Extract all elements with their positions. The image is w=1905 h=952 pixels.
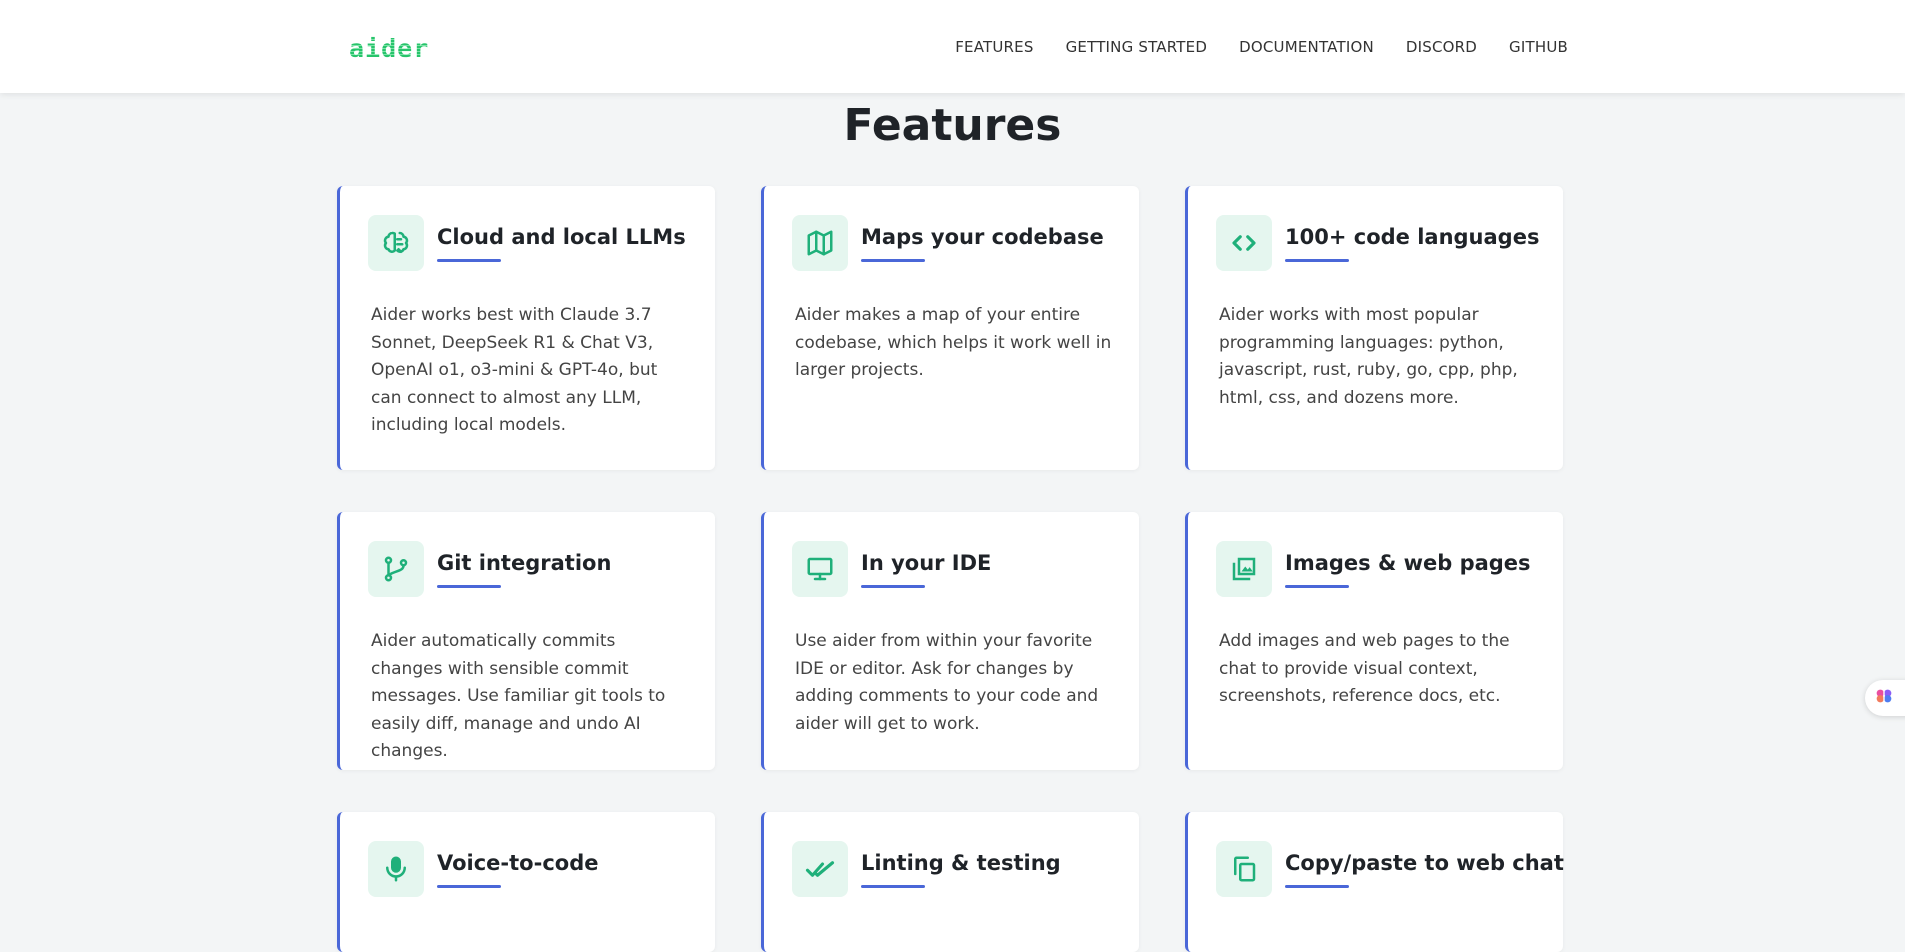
feature-card-code-languages: 100+ code languages Aider works with mos…: [1185, 186, 1563, 470]
feature-title: Maps your codebase: [861, 225, 1104, 249]
main-nav: FEATURES GETTING STARTED DOCUMENTATION D…: [955, 38, 1568, 56]
feature-card-voice: Voice-to-code: [337, 812, 715, 952]
feature-description: Use aider from within your favorite IDE …: [795, 631, 1099, 734]
aider-logo[interactable]: aider: [349, 34, 429, 63]
nav-documentation[interactable]: DOCUMENTATION: [1239, 38, 1374, 56]
title-underline: [437, 585, 501, 588]
copy-icon: [1216, 841, 1272, 897]
feature-card-cloud-llms: Cloud and local LLMs Aider works best wi…: [337, 186, 715, 470]
double-check-icon: [792, 841, 848, 897]
code-icon: [1216, 215, 1272, 271]
floating-assistant-button[interactable]: [1865, 680, 1905, 716]
map-icon: [792, 215, 848, 271]
feature-description: Aider works best with Claude 3.7 Sonnet,…: [371, 305, 658, 435]
images-icon: [1216, 541, 1272, 597]
monitor-icon: [792, 541, 848, 597]
title-underline: [437, 259, 501, 262]
nav-getting-started[interactable]: GETTING STARTED: [1066, 38, 1208, 56]
site-header: aider FEATURES GETTING STARTED DOCUMENTA…: [0, 0, 1905, 93]
title-underline: [861, 259, 925, 262]
nav-features[interactable]: FEATURES: [955, 38, 1033, 56]
feature-description: Aider automatically commits changes with…: [371, 631, 666, 761]
microphone-icon: [368, 841, 424, 897]
nav-discord[interactable]: DISCORD: [1406, 38, 1477, 56]
brain-badge-icon: [1873, 685, 1895, 711]
feature-card-git-integration: Git integration Aider automatically comm…: [337, 512, 715, 770]
title-underline: [1285, 259, 1349, 262]
feature-card-copy-paste: Copy/paste to web chat: [1185, 812, 1564, 952]
title-underline: [1285, 585, 1349, 588]
title-underline: [1285, 885, 1349, 888]
feature-title: Cloud and local LLMs: [437, 225, 686, 249]
feature-card-ide: In your IDE Use aider from within your f…: [761, 512, 1139, 770]
feature-title: In your IDE: [861, 551, 992, 575]
feature-description: Aider works with most popular programmin…: [1219, 305, 1518, 408]
feature-title: Images & web pages: [1285, 551, 1531, 575]
feature-title: Voice-to-code: [437, 851, 599, 875]
feature-title: 100+ code languages: [1285, 225, 1540, 249]
page-title: Features: [843, 100, 1062, 151]
feature-card-images-web: Images & web pages Add images and web pa…: [1185, 512, 1563, 770]
brain-icon: [368, 215, 424, 271]
feature-title: Linting & testing: [861, 851, 1061, 875]
feature-card-linting: Linting & testing: [761, 812, 1139, 952]
feature-description: Aider makes a map of your entire codebas…: [795, 305, 1112, 380]
title-underline: [861, 885, 925, 888]
feature-title: Copy/paste to web chat: [1285, 851, 1564, 875]
feature-description: Add images and web pages to the chat to …: [1219, 631, 1510, 706]
title-underline: [437, 885, 501, 888]
feature-card-maps-codebase: Maps your codebase Aider makes a map of …: [761, 186, 1139, 470]
title-underline: [861, 585, 925, 588]
feature-title: Git integration: [437, 551, 612, 575]
git-branch-icon: [368, 541, 424, 597]
nav-github[interactable]: GITHUB: [1509, 38, 1568, 56]
